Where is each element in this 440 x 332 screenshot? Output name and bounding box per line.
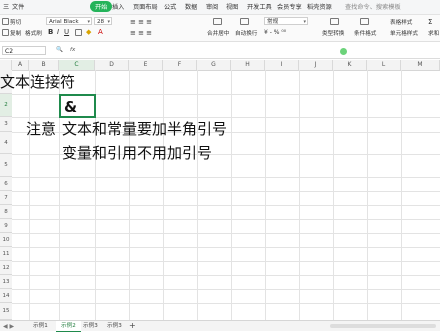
ribbon-toolbar: 剪切 复制 格式刷 Arial Black 28 B I U ◆ A ≡ ≡ ≡… — [0, 15, 440, 42]
menu-review[interactable]: 审阅 — [206, 2, 218, 11]
row-header-column: 1 2 3 4 5 6 7 8 9 10 11 12 13 14 15 — [0, 70, 12, 320]
cut-icon[interactable] — [2, 18, 9, 25]
row-header-6[interactable]: 6 — [0, 177, 12, 191]
wrap-text-button[interactable]: 自动换行 — [235, 29, 257, 37]
cond-format-icon[interactable] — [360, 18, 369, 25]
row-header-4[interactable]: 4 — [0, 132, 12, 154]
cell-C2: & — [64, 98, 78, 116]
cell-A1: 文本连接符 — [0, 73, 76, 91]
menu-home-tab[interactable]: 开始 — [90, 1, 113, 12]
col-header-B[interactable]: B — [29, 60, 59, 70]
select-all-corner[interactable] — [0, 60, 12, 70]
format-painter-button[interactable]: 格式刷 — [25, 29, 42, 37]
border-icon[interactable] — [75, 29, 82, 36]
row-header-13[interactable]: 13 — [0, 275, 12, 289]
row-header-8[interactable]: 8 — [0, 205, 12, 219]
menu-insert[interactable]: 插入 — [112, 2, 124, 11]
menu-docer[interactable]: 稻壳资源 — [307, 2, 332, 11]
formula-input[interactable] — [92, 46, 436, 57]
col-header-G[interactable]: G — [197, 60, 231, 70]
underline-button[interactable]: U — [64, 28, 69, 36]
menu-bar: 三 文件 开始 插入 页面布局 公式 数据 审阅 视图 开发工具 会员专享 稻壳… — [0, 0, 440, 15]
cut-button[interactable]: 剪切 — [10, 18, 21, 26]
type-convert-button[interactable]: 类型转换 — [322, 29, 344, 37]
number-format-icons[interactable]: ¥ - % ⁰⁰ — [264, 29, 286, 36]
wrap-icon[interactable] — [240, 18, 249, 25]
font-name-select[interactable]: Arial Black — [46, 17, 92, 26]
sheet-nav-icons[interactable]: ◀ ▶ — [3, 323, 14, 330]
col-header-K[interactable]: K — [333, 60, 367, 70]
col-header-A[interactable]: A — [12, 60, 29, 70]
col-header-L[interactable]: L — [367, 60, 401, 70]
font-color-icon[interactable]: A — [98, 28, 103, 36]
fx-icon[interactable]: fx — [70, 47, 75, 53]
cell-C5: 变量和引用不用加引号 — [62, 144, 213, 162]
row-header-10[interactable]: 10 — [0, 233, 12, 247]
horizontal-scrollbar[interactable] — [330, 324, 436, 328]
cond-format-button[interactable]: 条件格式 — [354, 29, 376, 37]
cell-B4: 注意 — [26, 120, 57, 138]
sum-icon[interactable]: Σ — [428, 18, 432, 26]
cell-style-button[interactable]: 单元格样式 — [390, 29, 418, 37]
col-header-D[interactable]: D — [95, 60, 129, 70]
formula-bar: C2 🔍 fx — [0, 44, 440, 59]
active-cell-C2[interactable]: & — [59, 94, 96, 118]
menu-page-layout[interactable]: 页面布局 — [133, 2, 158, 11]
sheet-tab-bar: ◀ ▶ 示例1 示例2 示例3 示例3 + — [0, 320, 440, 332]
menu-formulas[interactable]: 公式 — [164, 2, 176, 11]
menu-view[interactable]: 视图 — [226, 2, 238, 11]
menu-data[interactable]: 数据 — [185, 2, 197, 11]
col-header-M[interactable]: M — [401, 60, 440, 70]
align-icons-row2[interactable]: ≡ ≡ ≡ — [130, 29, 152, 37]
cursor-indicator-icon — [340, 48, 347, 55]
row-header-3[interactable]: 3 — [0, 117, 12, 132]
type-convert-icon[interactable] — [330, 18, 339, 25]
copy-icon[interactable] — [2, 29, 9, 36]
cell-C4: 文本和常量要加半角引号 — [62, 120, 228, 138]
col-header-H[interactable]: H — [231, 60, 265, 70]
row-header-9[interactable]: 9 — [0, 219, 12, 233]
menu-toggle-icon[interactable]: 三 — [3, 2, 9, 11]
fill-color-icon[interactable]: ◆ — [86, 28, 91, 36]
menu-member[interactable]: 会员专享 — [277, 2, 302, 11]
name-box[interactable]: C2 — [2, 46, 46, 55]
row-header-11[interactable]: 11 — [0, 247, 12, 261]
row-header-7[interactable]: 7 — [0, 191, 12, 205]
merge-center-button[interactable]: 合并居中 — [207, 29, 229, 37]
merge-icon[interactable] — [213, 18, 222, 25]
row-header-5[interactable]: 5 — [0, 154, 12, 177]
row-header-2[interactable]: 2 — [0, 94, 12, 117]
col-header-E[interactable]: E — [129, 60, 163, 70]
copy-button[interactable]: 复制 — [10, 29, 21, 37]
sheet-grid[interactable]: & 文本连接符 注意 文本和常量要加半角引号 变量和引用不用加引号 — [0, 70, 440, 320]
col-header-J[interactable]: J — [299, 60, 333, 70]
font-size-select[interactable]: 28 — [94, 17, 112, 26]
row-header-12[interactable]: 12 — [0, 261, 12, 275]
col-header-I[interactable]: I — [265, 60, 299, 70]
menu-file[interactable]: 文件 — [12, 2, 24, 11]
sum-button[interactable]: 求和 — [428, 29, 439, 37]
table-style-button[interactable]: 表格样式 — [390, 18, 412, 26]
italic-button[interactable]: I — [57, 28, 59, 36]
col-header-F[interactable]: F — [163, 60, 197, 70]
number-format-select[interactable]: 常规 — [264, 17, 308, 26]
row-header-14[interactable]: 14 — [0, 289, 12, 303]
col-header-C[interactable]: C — [59, 60, 95, 70]
align-icons[interactable]: ≡ ≡ ≡ — [130, 18, 152, 26]
menu-developer[interactable]: 开发工具 — [247, 2, 272, 11]
zoom-icon[interactable]: 🔍 — [56, 47, 63, 53]
row-header-15[interactable]: 15 — [0, 303, 12, 320]
bold-button[interactable]: B — [48, 28, 53, 36]
search-commands[interactable]: 查找命令、搜索模板 — [345, 2, 401, 11]
